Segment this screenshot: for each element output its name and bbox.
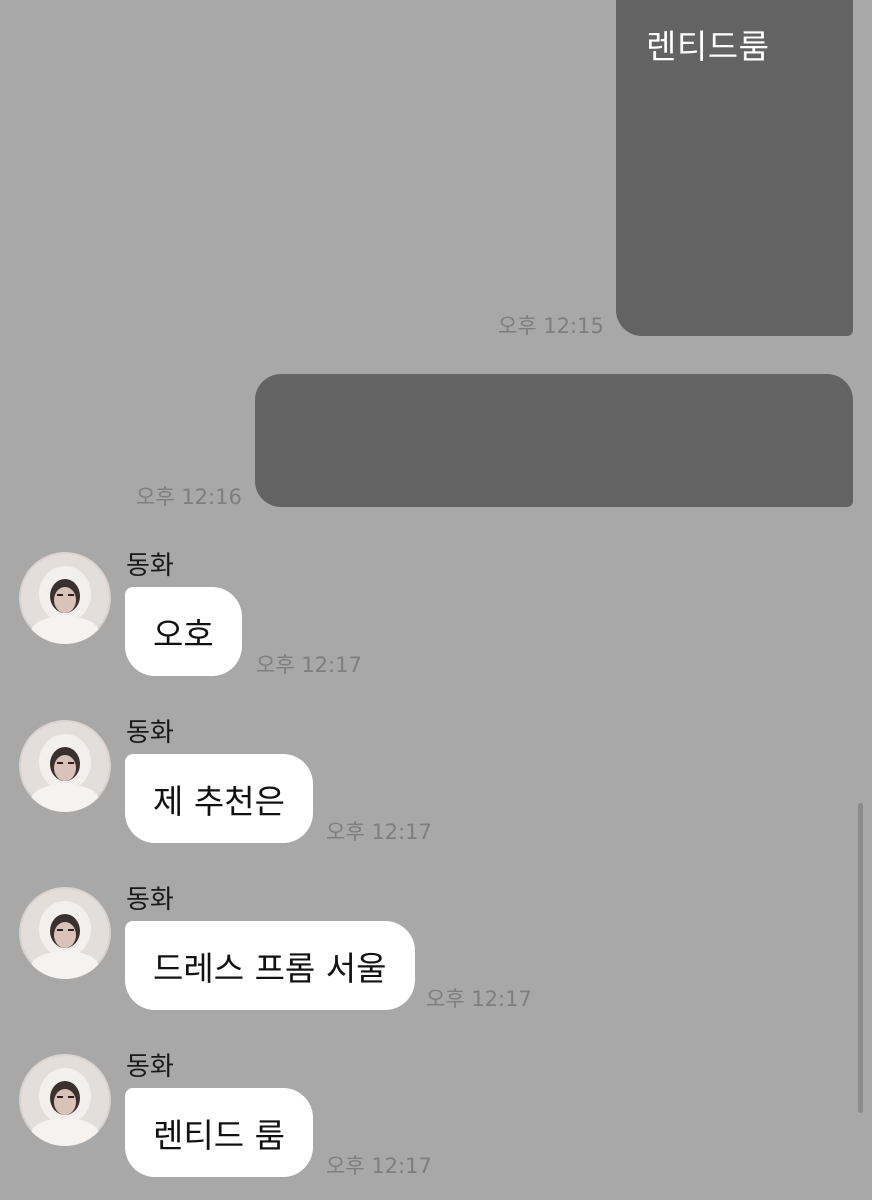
- sent-message-bubble[interactable]: [255, 374, 853, 507]
- sender-name: 동화: [126, 718, 174, 748]
- avatar[interactable]: [19, 1054, 111, 1146]
- avatar-photo-icon: [21, 722, 109, 812]
- avatar-photo-icon: [21, 889, 109, 979]
- received-message-bubble[interactable]: 오호: [125, 587, 242, 676]
- chat-thread: 렌티드룸 오후 12:15 오후 12:16 동화 오호 오후 12:17 동화…: [0, 0, 872, 1200]
- message-timestamp: 오후 12:17: [326, 1154, 432, 1178]
- sender-name: 동화: [126, 551, 174, 581]
- sender-name: 동화: [126, 1052, 174, 1082]
- message-timestamp: 오후 12:17: [256, 653, 362, 677]
- message-text: 제 추천은: [153, 781, 285, 821]
- avatar-photo-icon: [21, 554, 109, 644]
- message-timestamp: 오후 12:17: [326, 820, 432, 844]
- message-text: 렌티드룸: [646, 27, 770, 66]
- message-timestamp: 오후 12:17: [426, 987, 532, 1011]
- message-text: 드레스 프롬 서울: [153, 948, 387, 988]
- message-timestamp: 오후 12:15: [498, 314, 604, 338]
- message-text: 렌티드 룸: [153, 1115, 285, 1155]
- received-message-bubble[interactable]: 드레스 프롬 서울: [125, 921, 415, 1010]
- avatar[interactable]: [19, 887, 111, 979]
- avatar[interactable]: [19, 720, 111, 812]
- scrollbar[interactable]: [858, 803, 863, 1113]
- avatar-photo-icon: [21, 1056, 109, 1146]
- avatar[interactable]: [19, 552, 111, 644]
- message-text: 오호: [153, 614, 214, 654]
- message-timestamp: 오후 12:16: [136, 485, 242, 509]
- received-message-bubble[interactable]: 제 추천은: [125, 754, 313, 843]
- sent-message-bubble[interactable]: 렌티드룸: [616, 0, 853, 336]
- received-message-bubble[interactable]: 렌티드 룸: [125, 1088, 313, 1177]
- sender-name: 동화: [126, 885, 174, 915]
